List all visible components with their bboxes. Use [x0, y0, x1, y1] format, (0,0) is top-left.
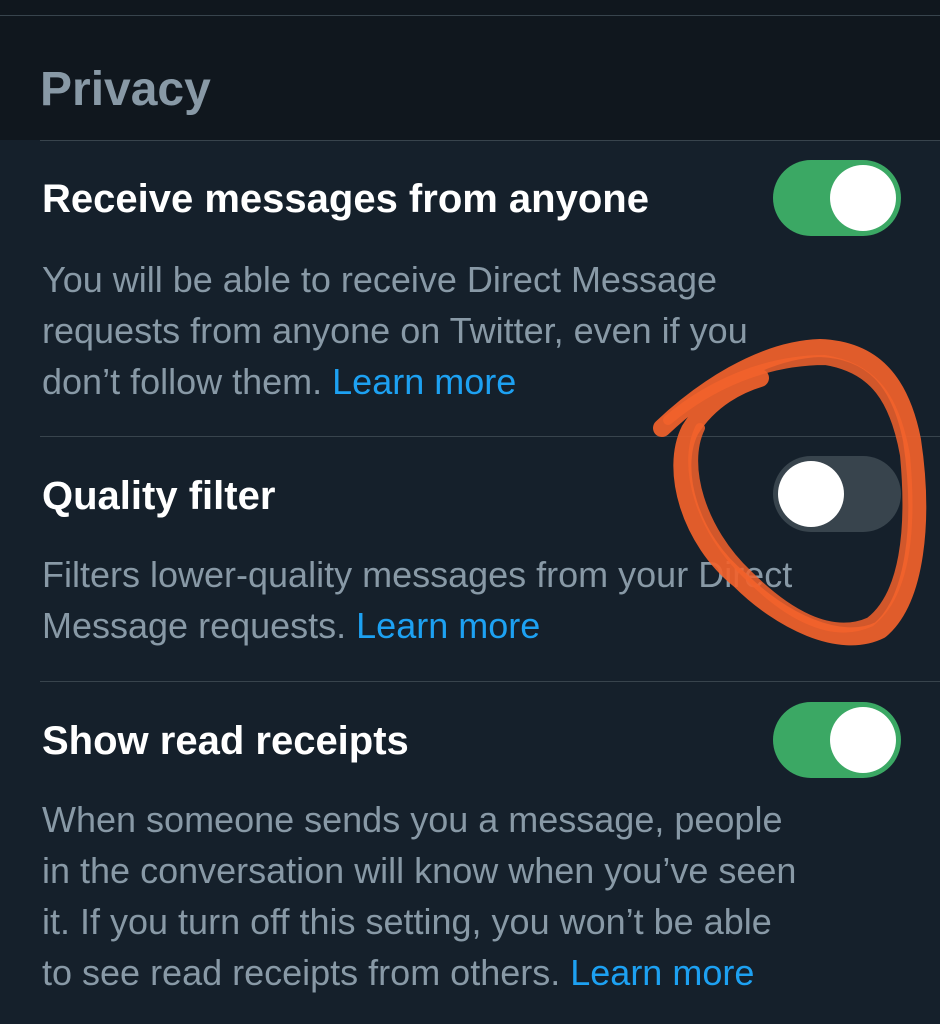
- setting-read-receipts: Show read receipts When someone sends yo…: [0, 682, 940, 1024]
- setting-title: Quality filter: [42, 474, 276, 518]
- top-strip: [0, 0, 940, 16]
- quality-filter-toggle[interactable]: [773, 456, 901, 532]
- toggle-knob: [830, 707, 896, 773]
- setting-quality-filter: Quality filter Filters lower-quality mes…: [0, 437, 940, 681]
- description-line: it. If you turn off this setting, you wo…: [42, 901, 772, 942]
- description-line: Message requests.: [42, 605, 357, 646]
- setting-description: You will be able to receive Direct Messa…: [42, 254, 922, 407]
- setting-receive-messages: Receive messages from anyone You will be…: [0, 140, 940, 436]
- description-line: When someone sends you a message, people: [42, 799, 783, 840]
- learn-more-link[interactable]: Learn more: [570, 952, 754, 993]
- description-line: Filters lower-quality messages from your…: [42, 554, 793, 595]
- learn-more-link[interactable]: Learn more: [332, 361, 516, 402]
- setting-description: When someone sends you a message, people…: [42, 794, 922, 998]
- settings-screen: Privacy Receive messages from anyone You…: [0, 0, 940, 1024]
- read-receipts-toggle[interactable]: [773, 702, 901, 778]
- description-line: to see read receipts from others.: [42, 952, 571, 993]
- section-header: Privacy: [0, 16, 940, 140]
- section-title: Privacy: [40, 63, 211, 116]
- setting-description: Filters lower-quality messages from your…: [42, 549, 922, 651]
- description-line: don’t follow them.: [42, 361, 333, 402]
- receive-messages-toggle[interactable]: [773, 160, 901, 236]
- setting-title: Receive messages from anyone: [42, 177, 649, 221]
- description-line: in the conversation will know when you’v…: [42, 850, 797, 891]
- description-line: You will be able to receive Direct Messa…: [42, 259, 718, 300]
- learn-more-link[interactable]: Learn more: [356, 605, 540, 646]
- setting-title: Show read receipts: [42, 719, 409, 763]
- toggle-knob: [830, 165, 896, 231]
- toggle-knob: [778, 461, 844, 527]
- description-line: requests from anyone on Twitter, even if…: [42, 310, 748, 351]
